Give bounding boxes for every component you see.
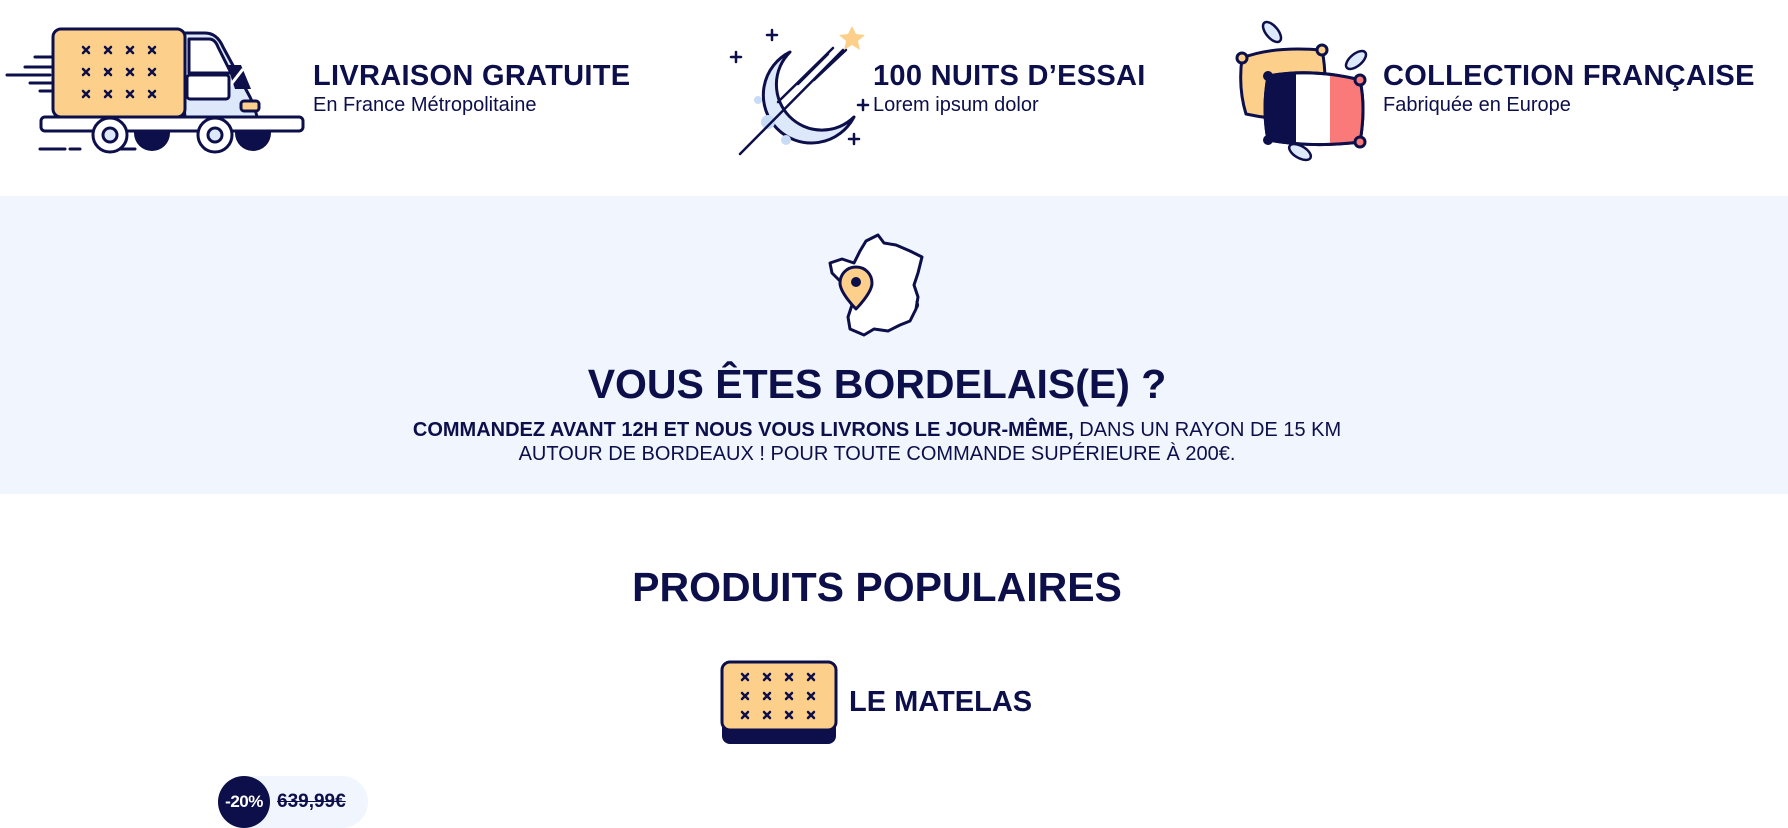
bordeaux-text-line-1: COMMANDEZ AVANT 12H ET NOUS VOUS LIVRONS… <box>0 420 1754 440</box>
french-flag-pillow-icon <box>1235 20 1368 162</box>
feature-subtitle: En France Métropolitaine <box>313 94 537 116</box>
feature-title: COLLECTION FRANÇAISE <box>1383 60 1755 92</box>
bordeaux-delivery-banner: VOUS ÊTES BORDELAIS(E) ? COMMANDEZ AVANT… <box>0 196 1788 494</box>
moon-shooting-star-icon <box>729 26 870 156</box>
features-row: LIVRAISON GRATUITE En France Métropolita… <box>0 0 1788 196</box>
bordeaux-text-regular: DANS UN RAYON DE 15 KM <box>1073 419 1342 441</box>
france-map-pin-icon <box>828 233 924 337</box>
bordeaux-text-line-2: AUTOUR DE BORDEAUX ! POUR TOUTE COMMANDE… <box>518 443 1236 465</box>
old-price: 639,99€ <box>277 791 346 812</box>
bordeaux-text-bold: COMMANDEZ AVANT 12H ET NOUS VOUS LIVRONS… <box>412 419 1074 441</box>
feature-title: LIVRAISON GRATUITE <box>313 60 631 92</box>
bordeaux-title: VOUS ÊTES BORDELAIS(E) ? <box>587 361 1167 407</box>
feature-title: 100 NUITS D’ESSAI <box>873 60 1146 92</box>
product-price-row: -20% 639,99€ <box>218 776 368 828</box>
feature-free-delivery: LIVRAISON GRATUITE En France Métropolita… <box>0 0 640 196</box>
popular-products-title: PRODUITS POPULAIRES <box>632 564 1122 610</box>
feature-trial-nights: 100 NUITS D’ESSAI Lorem ipsum dolor <box>720 0 1170 196</box>
mattress-icon <box>720 660 838 744</box>
discount-badge: -20% <box>218 776 270 828</box>
product-category-tab[interactable]: LE MATELAS <box>720 660 1040 746</box>
feature-subtitle: Lorem ipsum dolor <box>873 94 1039 116</box>
delivery-truck-icon <box>5 27 305 154</box>
feature-french-collection: COLLECTION FRANÇAISE Fabriquée en Europe <box>1230 0 1788 196</box>
feature-subtitle: Fabriquée en Europe <box>1383 94 1571 116</box>
product-category-label: LE MATELAS <box>849 686 1033 718</box>
